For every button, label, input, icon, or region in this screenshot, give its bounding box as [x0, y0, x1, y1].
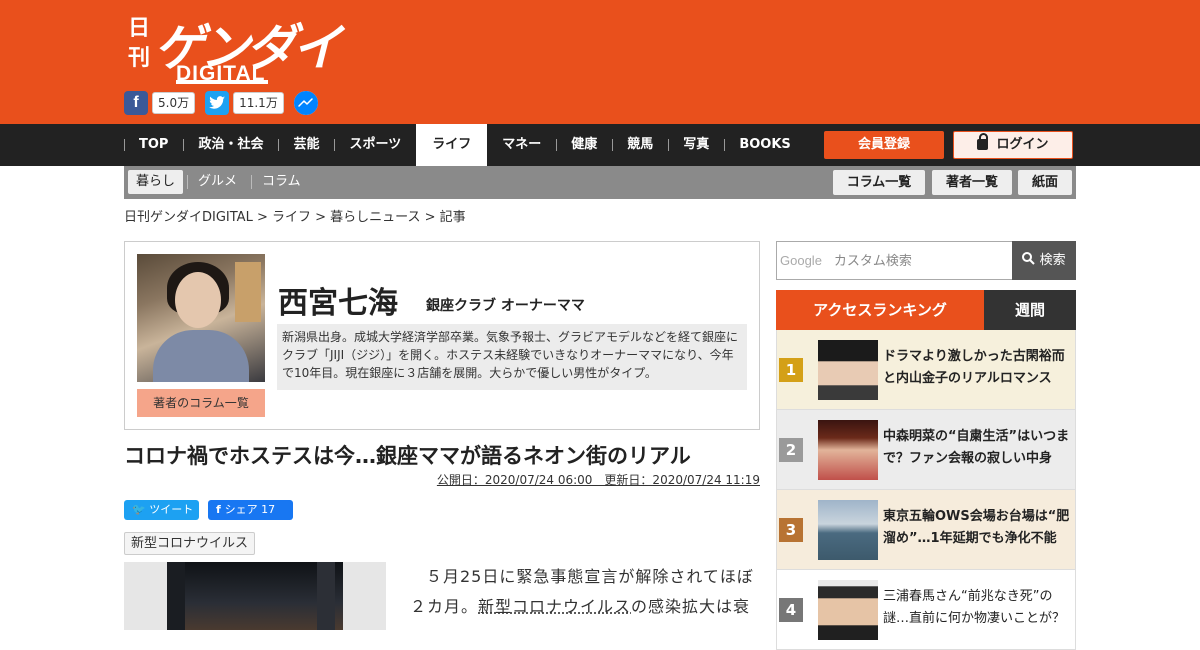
lock-icon	[977, 133, 989, 150]
author-box: 著者のコラム一覧 西宮七海 銀座クラブ オーナーママ 新潟県出身。成城大学経済学…	[124, 241, 760, 430]
login-button[interactable]: ログイン	[953, 131, 1073, 159]
ranking-period-tab[interactable]: 週間	[984, 290, 1076, 330]
search-button-label: 検索	[1039, 253, 1066, 268]
author-photo[interactable]	[137, 254, 265, 382]
ranking-item[interactable]: 4 三浦春馬さん“前兆なき死”の謎…直前に何か物凄いことが？	[776, 570, 1076, 650]
ranking-thumbnail	[818, 580, 878, 640]
facebook-icon[interactable]: f	[124, 91, 148, 115]
facebook-icon: f	[216, 503, 225, 516]
facebook-count: 5.0万	[152, 92, 196, 114]
rank-number: 4	[779, 598, 803, 622]
twitter-count: 11.1万	[233, 92, 284, 114]
author-role: 銀座クラブ オーナーママ	[426, 298, 585, 314]
article-image[interactable]	[124, 562, 386, 630]
ranking-item[interactable]: 3 東京五輪OWS会場お台場は“肥溜め”…1年延期でも浄化不能	[776, 490, 1076, 570]
logo-nikkan[interactable]: 日刊	[128, 14, 152, 74]
ranking-thumbnail	[818, 340, 878, 400]
sub-nav: 暮らし グルメ コラム コラム一覧 著者一覧 紙面	[124, 166, 1076, 199]
search-icon	[1022, 252, 1036, 265]
login-label: ログイン	[996, 137, 1049, 152]
author-name: 西宮七海	[278, 286, 398, 321]
twitter-icon[interactable]	[205, 91, 230, 115]
article-dates: 公開日：2020/07/24 06:00 更新日：2020/07/24 11:1…	[436, 473, 760, 487]
ranking-headline: ドラマより激しかった古閑裕而と内山金子のリアルロマンス	[883, 349, 1065, 386]
nav-item-money[interactable]: マネー	[487, 124, 556, 166]
search-input[interactable]: Google カスタム検索	[776, 241, 1013, 280]
custom-search: Google カスタム検索 検索	[776, 241, 1076, 280]
author-bio: 新潟県出身。成城大学経済学部卒業。気象予報士、グラビアモデルなどを経て銀座にクラ…	[277, 324, 747, 390]
rank-number: 2	[779, 438, 803, 462]
messenger-icon[interactable]	[293, 91, 318, 115]
register-button[interactable]: 会員登録	[824, 131, 944, 159]
author-column-list-button[interactable]: 著者のコラム一覧	[137, 389, 265, 417]
subnav-item-column[interactable]: コラム	[262, 170, 301, 194]
rank-number: 3	[779, 518, 803, 542]
subnav-item-gourmet[interactable]: グルメ	[198, 170, 237, 194]
article-body-text: の感染拡大は衰	[631, 597, 751, 616]
ranking-item[interactable]: 1 ドラマより激しかった古閑裕而と内山金子のリアルロマンス	[776, 330, 1076, 410]
ranking-item[interactable]: 2 中森明菜の“自粛生活”はいつまで？ファン会報の寂しい中身	[776, 410, 1076, 490]
topic-tag[interactable]: 新型コロナウイルス	[124, 532, 256, 555]
nav-item-books[interactable]: BOOKS	[724, 124, 805, 166]
article-body: ５月25日に緊急事態宣言が解除されてほぼ２カ月。新型コロナウイルスの感染拡大は衰	[410, 562, 755, 622]
ranking-thumbnail	[818, 420, 878, 480]
logo-underline	[176, 80, 268, 84]
subnav-divider	[187, 175, 188, 189]
twitter-bird-icon: 🐦	[132, 503, 150, 516]
nav-item-keiba[interactable]: 競馬	[612, 124, 668, 166]
nav-item-politics[interactable]: 政治・社会	[183, 124, 278, 166]
tweet-button[interactable]: 🐦 ツイート	[124, 500, 199, 520]
ranking-headline: 東京五輪OWS会場お台場は“肥溜め”…1年延期でも浄化不能	[883, 509, 1070, 546]
author-list-button[interactable]: 著者一覧	[932, 170, 1012, 195]
facebook-share-button[interactable]: f シェア 17	[208, 500, 293, 520]
article-title: コロナ禍でホステスは今…銀座ママが語るネオン街のリアル	[124, 444, 691, 468]
article-body-link[interactable]: 新型コロナウイルス	[478, 597, 631, 616]
nav-item-life[interactable]: ライフ	[416, 124, 488, 166]
breadcrumb[interactable]: 日刊ゲンダイDIGITAL > ライフ > 暮らしニュース > 記事	[124, 206, 466, 225]
global-nav-items: TOP 政治・社会 芸能 スポーツ ライフ マネー 健康 競馬 写真 BOOKS	[124, 124, 806, 166]
ranking-thumbnail	[818, 500, 878, 560]
ranking-headline: 中森明菜の“自粛生活”はいつまで？ファン会報の寂しい中身	[883, 429, 1070, 466]
nav-item-entertainment[interactable]: 芸能	[278, 124, 334, 166]
subnav-divider	[251, 175, 252, 189]
nav-item-sports[interactable]: スポーツ	[334, 124, 416, 166]
nav-item-photo[interactable]: 写真	[668, 124, 724, 166]
ranking-headline: 三浦春馬さん“前兆なき死”の謎…直前に何か物凄いことが？	[883, 589, 1066, 626]
share-label: シェア 17	[224, 503, 276, 516]
social-share-row: f 5.0万 11.1万	[124, 91, 318, 115]
rank-number: 1	[779, 358, 803, 382]
paper-button[interactable]: 紙面	[1018, 170, 1072, 195]
google-label: Google	[780, 253, 822, 268]
ranking-header: アクセスランキング 週間	[776, 290, 1076, 330]
column-list-button[interactable]: コラム一覧	[833, 170, 925, 195]
site-header: 日刊 ゲンダイ DIGITAL f 5.0万 11.1万	[0, 0, 1200, 124]
tweet-label: ツイート	[149, 503, 194, 516]
ranking-title[interactable]: アクセスランキング	[776, 290, 984, 330]
nav-item-top[interactable]: TOP	[124, 124, 183, 166]
subnav-item-kurashi[interactable]: 暮らし	[128, 170, 184, 194]
search-button[interactable]: 検索	[1012, 241, 1076, 280]
search-placeholder: カスタム検索	[833, 254, 912, 269]
nav-item-health[interactable]: 健康	[556, 124, 612, 166]
